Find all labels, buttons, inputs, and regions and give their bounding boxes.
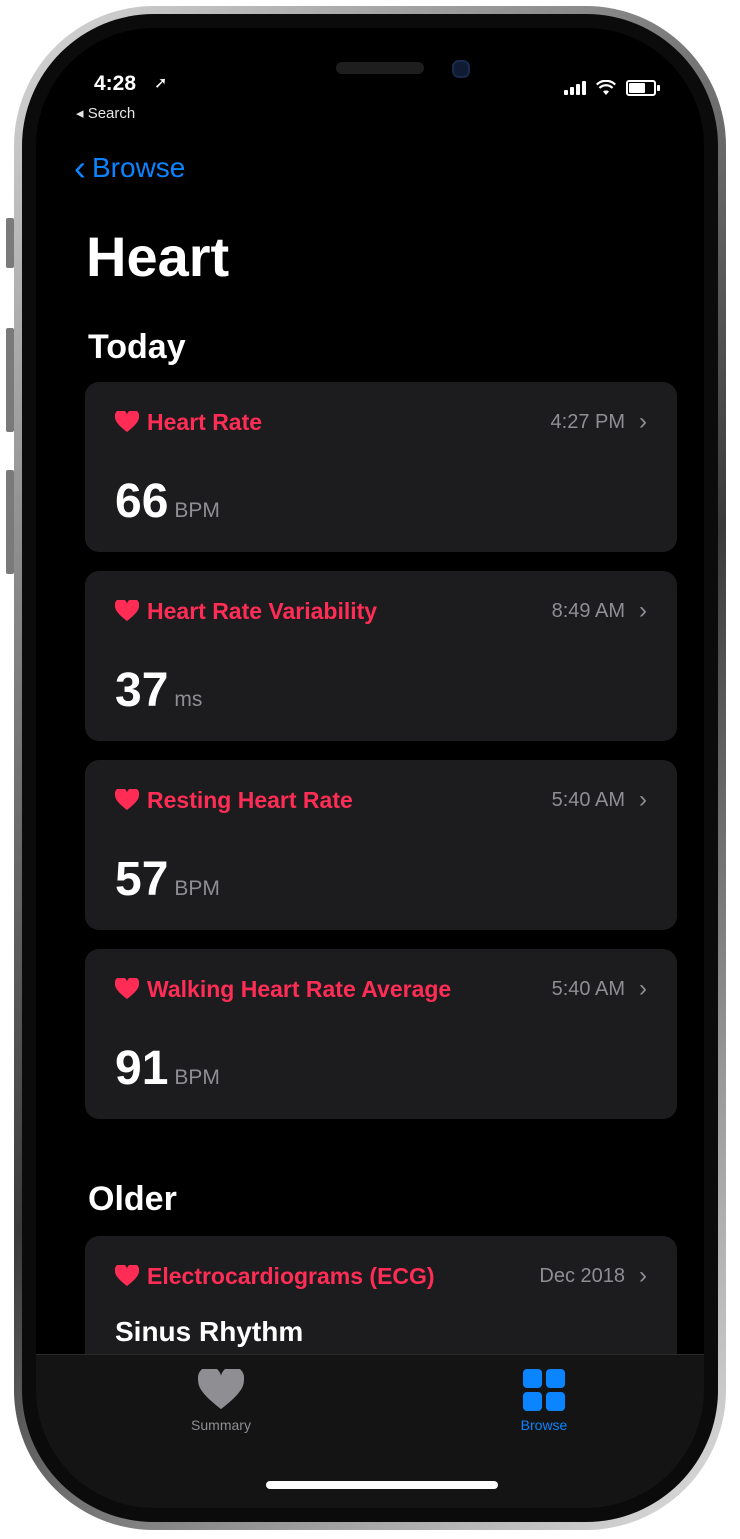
status-bar: 4:28 ➚ ◂ Search bbox=[36, 28, 704, 128]
card-label: Resting Heart Rate bbox=[147, 786, 353, 813]
screen: 4:28 ➚ ◂ Search ‹ Browse Heart Today Hea… bbox=[36, 28, 704, 1508]
heart-icon bbox=[198, 1369, 244, 1410]
value-unit: BPM bbox=[174, 499, 220, 522]
value-number: 66 bbox=[115, 475, 169, 528]
card-timestamp: 8:49 AM bbox=[551, 599, 625, 622]
card-value: 57 BPM bbox=[115, 852, 220, 907]
value-number: 91 bbox=[115, 1042, 169, 1095]
home-indicator[interactable] bbox=[266, 1481, 498, 1489]
cellular-signal-icon bbox=[564, 81, 586, 95]
wifi-icon bbox=[596, 80, 616, 95]
card-timestamp: 4:27 PM bbox=[550, 410, 625, 433]
grid-icon bbox=[523, 1369, 565, 1411]
resting-heart-rate-card[interactable]: Resting Heart Rate 5:40 AM › 57 BPM bbox=[85, 760, 677, 930]
card-value: 91 BPM bbox=[115, 1041, 220, 1096]
heart-icon bbox=[115, 411, 139, 432]
status-icons bbox=[564, 80, 660, 96]
heart-rate-card[interactable]: Heart Rate 4:27 PM › 66 BPM bbox=[85, 382, 677, 552]
value-number: 37 bbox=[115, 664, 169, 717]
card-header: Heart Rate Variability 8:49 AM › bbox=[115, 597, 647, 625]
section-title-older: Older bbox=[88, 1180, 177, 1218]
value-unit: ms bbox=[174, 688, 203, 711]
tab-summary-label: Summary bbox=[191, 1417, 251, 1433]
tab-browse-label: Browse bbox=[520, 1417, 568, 1433]
heart-icon bbox=[115, 600, 139, 621]
volume-down-button bbox=[6, 470, 14, 574]
battery-icon bbox=[626, 80, 660, 96]
card-header: Walking Heart Rate Average 5:40 AM › bbox=[115, 975, 647, 1003]
speaker-grille bbox=[336, 62, 424, 74]
chevron-left-icon: ‹ bbox=[74, 147, 86, 188]
chevron-right-icon: › bbox=[639, 597, 647, 624]
ecg-result: Sinus Rhythm bbox=[115, 1316, 304, 1347]
card-label: Electrocardiograms (ECG) bbox=[147, 1262, 435, 1289]
chevron-right-icon: › bbox=[639, 786, 647, 813]
card-header: Heart Rate 4:27 PM › bbox=[115, 408, 647, 436]
card-label: Heart Rate Variability bbox=[147, 597, 378, 624]
section-title-today: Today bbox=[88, 328, 186, 366]
heart-icon bbox=[115, 1265, 139, 1286]
status-time: 4:28 bbox=[94, 72, 137, 95]
front-camera bbox=[452, 60, 470, 78]
heart-icon bbox=[115, 978, 139, 999]
card-timestamp: 5:40 AM bbox=[551, 977, 625, 1000]
heart-rate-variability-card[interactable]: Heart Rate Variability 8:49 AM › 37 ms bbox=[85, 571, 677, 741]
card-value: 37 ms bbox=[115, 663, 202, 718]
card-label: Walking Heart Rate Average bbox=[147, 975, 452, 1002]
card-value: Sinus Rhythm bbox=[115, 1316, 303, 1348]
card-header: Electrocardiograms (ECG) Dec 2018 › bbox=[115, 1262, 647, 1290]
silent-switch bbox=[6, 218, 14, 268]
tab-browse[interactable]: Browse bbox=[474, 1369, 614, 1433]
value-number: 57 bbox=[115, 853, 169, 906]
location-arrow-icon: ➚ bbox=[154, 75, 168, 92]
heart-icon bbox=[115, 789, 139, 810]
volume-up-button bbox=[6, 328, 14, 432]
card-timestamp: Dec 2018 bbox=[539, 1264, 625, 1287]
walking-heart-rate-average-card[interactable]: Walking Heart Rate Average 5:40 AM › 91 … bbox=[85, 949, 677, 1119]
back-to-app-link[interactable]: ◂ Search bbox=[76, 104, 135, 122]
chevron-right-icon: › bbox=[639, 975, 647, 1002]
card-header: Resting Heart Rate 5:40 AM › bbox=[115, 786, 647, 814]
card-timestamp: 5:40 AM bbox=[551, 788, 625, 811]
page-title: Heart bbox=[86, 225, 230, 288]
chevron-right-icon: › bbox=[639, 408, 647, 435]
value-unit: BPM bbox=[174, 1066, 220, 1089]
card-value: 66 BPM bbox=[115, 474, 220, 529]
chevron-right-icon: › bbox=[639, 1262, 647, 1289]
back-button-label: Browse bbox=[92, 152, 186, 183]
value-unit: BPM bbox=[174, 877, 220, 900]
card-label: Heart Rate bbox=[147, 408, 263, 435]
back-button[interactable]: ‹ Browse bbox=[74, 150, 185, 186]
tab-summary[interactable]: Summary bbox=[151, 1369, 291, 1433]
